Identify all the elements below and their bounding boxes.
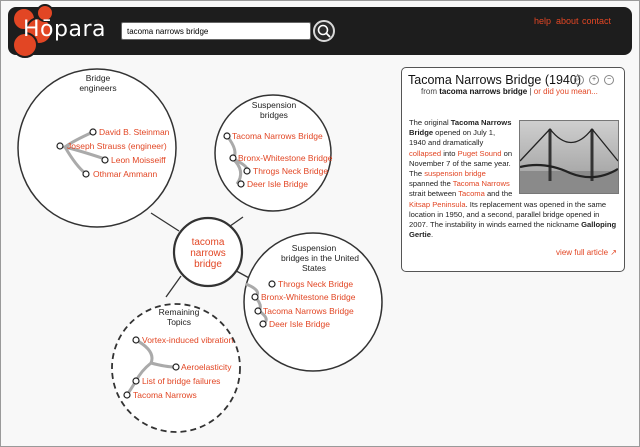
article-link[interactable]: Tacoma — [458, 189, 485, 198]
topic-link[interactable]: Tacoma Narrows — [133, 390, 197, 400]
panel-title: Tacoma Narrows Bridge (1940) — [408, 73, 581, 87]
node-dot — [56, 142, 64, 150]
nav-about-link[interactable]: about — [556, 16, 579, 26]
bridge-photo — [519, 120, 619, 194]
article-panel: Tacoma Narrows Bridge (1940) ⌕ + − from … — [401, 67, 625, 272]
nav-help-link[interactable]: help — [534, 16, 551, 26]
node-dot — [268, 280, 276, 288]
minus-icon[interactable]: − — [604, 75, 614, 85]
topic-link[interactable]: Joseph Strauss (engineer) — [67, 141, 167, 151]
cluster-title: Suspension bridges in the United States — [281, 243, 359, 273]
node-dot — [229, 154, 237, 162]
topic-link[interactable]: Tacoma Narrows Bridge — [263, 306, 354, 316]
plus-icon[interactable]: + — [589, 75, 599, 85]
did-you-mean-link[interactable]: or did you mean... — [534, 87, 598, 96]
node-dot — [251, 293, 259, 301]
article-link[interactable]: suspension bridge — [424, 169, 486, 178]
cluster-title: Bridge engineers — [79, 73, 117, 93]
app-frame: Hōpara help about contact — [0, 0, 640, 447]
node-dot — [132, 336, 140, 344]
node-dot — [237, 180, 245, 188]
node-dot — [243, 167, 251, 175]
topic-link[interactable]: Bronx-Whitestone Bridge — [261, 292, 356, 302]
article-link[interactable]: Puget Sound — [458, 149, 502, 158]
node-dot — [254, 307, 262, 315]
topic-link[interactable]: Tacoma Narrows Bridge — [232, 131, 323, 141]
topic-link[interactable]: Bronx-Whitestone Bridge — [238, 153, 333, 163]
magnify-icon[interactable]: ⌕ — [574, 75, 584, 85]
node-dot — [223, 132, 231, 140]
node-dot — [82, 170, 90, 178]
node-dot — [101, 156, 109, 164]
node-dot — [123, 391, 131, 399]
topic-link[interactable]: David B. Steinman — [99, 127, 169, 137]
query-text: tacoma narrows bridge — [439, 87, 528, 96]
source-line: from tacoma narrows bridge | or did you … — [421, 87, 598, 96]
article-body: The original Tacoma Narrows Bridge opene… — [409, 118, 619, 240]
topic-link[interactable]: Vortex-induced vibration — [142, 335, 233, 345]
topic-link[interactable]: Throgs Neck Bridge — [253, 166, 328, 176]
nav-contact-link[interactable]: contact — [582, 16, 611, 26]
external-link-icon: ↗ — [610, 248, 617, 257]
node-dot — [132, 377, 140, 385]
node-dot — [259, 320, 267, 328]
topic-link[interactable]: Othmar Ammann — [93, 169, 157, 179]
topic-link[interactable]: Throgs Neck Bridge — [278, 279, 353, 289]
topic-link[interactable]: Leon Moisseiff — [111, 155, 166, 165]
center-topic-label[interactable]: tacoma narrows bridge — [181, 237, 235, 270]
cluster-title: Suspension bridges — [251, 100, 297, 120]
cluster-title: Remaining Topics — [158, 307, 200, 327]
topic-link[interactable]: List of bridge failures — [142, 376, 220, 386]
view-full-article-link[interactable]: view full article ↗ — [556, 248, 617, 257]
node-dot — [89, 128, 97, 136]
article-link[interactable]: collapsed — [409, 149, 441, 158]
node-dot — [172, 363, 180, 371]
article-link[interactable]: Tacoma Narrows — [453, 179, 510, 188]
article-link[interactable]: Kitsap Peninsula — [409, 200, 466, 209]
topic-link[interactable]: Deer Isle Bridge — [247, 179, 308, 189]
topic-link[interactable]: Deer Isle Bridge — [269, 319, 330, 329]
topic-link[interactable]: Aeroelasticity — [181, 362, 232, 372]
